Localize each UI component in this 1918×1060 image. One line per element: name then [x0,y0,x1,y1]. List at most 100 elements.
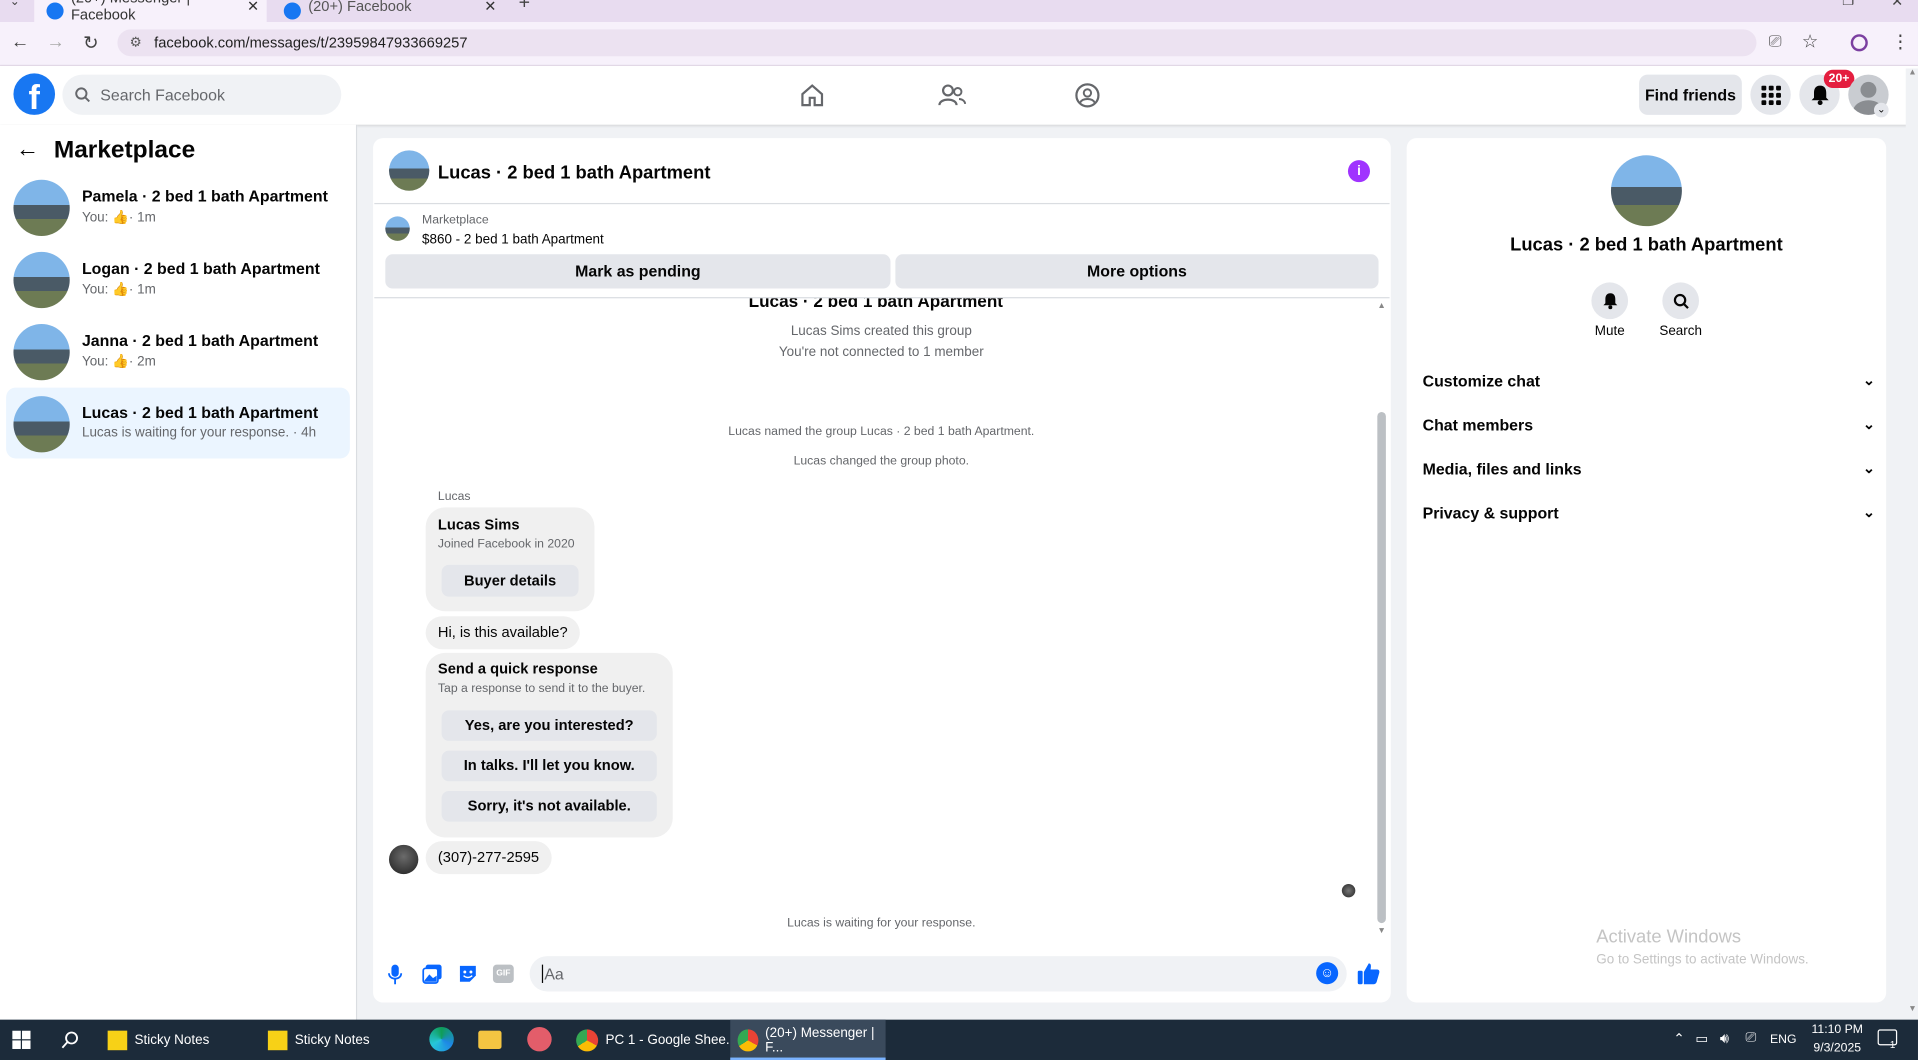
facebook-logo-icon[interactable]: f [13,73,56,115]
close-tab-icon[interactable]: ✕ [484,0,496,15]
display-icon[interactable]: ⎚ [1746,1031,1757,1047]
sticker-icon[interactable] [457,963,478,984]
menu-button[interactable] [1750,74,1791,115]
system-message: Lucas named the group Lucas · 2 bed 1 ba… [728,425,1035,439]
minimize-icon[interactable]: — [1793,0,1808,7]
quick-response-option[interactable]: Sorry, it's not available. [441,791,657,822]
group-name-heading: Lucas · 2 bed 1 bath Apartment [748,298,1004,311]
network-icon[interactable]: ▭ [1695,1031,1708,1047]
chevron-down-icon: ⌄ [1862,415,1876,433]
bell-icon [1602,293,1617,310]
composer-placeholder: Aa [544,964,564,983]
back-arrow-icon[interactable]: ← [16,137,39,164]
listing-thumbnail [13,251,70,309]
search-icon [1673,293,1689,309]
quick-response-option[interactable]: Yes, are you interested? [441,710,657,741]
install-app-icon[interactable]: ⎚ [1769,32,1782,52]
chat-avatar[interactable] [388,150,430,191]
friends-icon[interactable] [937,82,967,109]
forward-icon[interactable]: → [46,32,64,53]
section-label: Privacy & support [1422,503,1559,522]
thread-preview: You: 👍· 1m [81,210,156,225]
media-files-row[interactable]: Media, files and links ⌄ [1423,454,1876,483]
reload-icon[interactable]: ↻ [83,32,98,54]
tab-messenger[interactable]: (20+) Messenger | Facebook ✕ [34,0,267,24]
maximize-icon[interactable]: ❐ [1842,0,1854,9]
system-message: You're not connected to 1 member [778,344,984,360]
message-bubble[interactable]: Hi, is this available? [425,616,580,650]
page-scrollbar[interactable]: ▲ ▼ [1905,68,1918,1020]
url-text: facebook.com/messages/t/2395984793366925… [154,34,468,52]
listing-thumbnail [13,396,70,453]
browser-menu-icon[interactable]: ⋮ [1891,31,1909,53]
activate-windows-subtitle: Go to Settings to activate Windows. [1596,952,1809,968]
microphone-icon[interactable] [388,963,403,985]
more-options-button[interactable]: More options [895,254,1379,289]
groups-icon[interactable] [1074,82,1101,109]
chat-members-row[interactable]: Chat members ⌄ [1423,410,1876,439]
volume-icon[interactable]: 🔊︎ [1720,1029,1729,1047]
windows-start-icon[interactable] [12,1030,31,1049]
back-icon[interactable]: ← [11,32,29,53]
mark-pending-button[interactable]: Mark as pending [385,254,891,289]
home-icon[interactable] [799,82,826,109]
language-indicator[interactable]: ENG [1770,1033,1797,1046]
group-name-clip: Lucas · 2 bed 1 bath Apartment [374,298,1377,315]
photo-icon[interactable] [422,963,443,984]
gif-icon[interactable]: GIF [492,964,514,983]
profile-icon[interactable] [1850,34,1868,52]
taskbar-chrome-sheets[interactable]: PC 1 - Google Shee... [576,1020,737,1060]
system-message: Lucas Sims created this group [790,323,972,339]
info-icon[interactable]: i [1347,160,1370,183]
search-input[interactable]: Search Facebook [62,74,342,115]
phone-message-bubble[interactable]: (307)-277-2595 [425,841,552,875]
privacy-support-row[interactable]: Privacy & support ⌄ [1423,498,1876,527]
marketplace-title: Marketplace [53,136,196,164]
find-friends-button[interactable]: Find friends [1639,74,1742,115]
listing-title[interactable]: $860 - 2 bed 1 bath Apartment [422,232,604,247]
tray-chevron-icon[interactable]: ⌃ [1673,1031,1684,1047]
thread-name: Pamela · 2 bed 1 bath Apartment [81,187,328,206]
app-grid-icon [1760,84,1781,105]
listing-thumbnail [13,179,70,236]
chat-scrollbar[interactable]: ▲ ▼ [1377,302,1386,940]
mute-button[interactable] [1591,282,1629,320]
taskbar-sticky-notes-1[interactable]: Sticky Notes [107,1020,209,1060]
emoji-icon[interactable]: ☺ [1316,962,1339,985]
edge-icon[interactable] [429,1026,454,1052]
thread-name: Janna · 2 bed 1 bath Apartment [81,331,319,350]
bookmark-star-icon[interactable]: ☆ [1802,31,1818,53]
thumbs-up-icon[interactable] [1357,961,1381,985]
new-tab-icon[interactable]: + [519,0,530,15]
taskbar-search-icon[interactable] [61,1031,79,1049]
clock-time[interactable]: 11:10 PM [1798,1023,1876,1036]
message-input[interactable]: Aa ☺ [529,956,1347,992]
clock-date[interactable]: 9/3/2025 [1798,1042,1876,1055]
site-info-icon[interactable]: ⚙ [130,29,142,56]
sender-name: Lucas [437,490,471,504]
search-icon [75,87,90,103]
file-explorer-icon[interactable] [478,1030,502,1049]
tab-search-icon[interactable]: ⌄ [10,0,20,9]
sender-avatar[interactable] [388,844,419,875]
search-label: Search [1659,323,1702,339]
thread-preview: You: 👍· 1m [81,282,156,298]
address-bar[interactable]: ⚙ facebook.com/messages/t/23959847933669… [117,29,1757,57]
section-label: Chat members [1422,415,1534,434]
taskbar-chrome-messenger[interactable]: (20+) Messenger | F... [730,1019,886,1060]
listing-icon [385,216,410,241]
buyer-details-button[interactable]: Buyer details [441,564,579,597]
facebook-favicon-icon [283,2,301,20]
close-window-icon[interactable]: ✕ [1891,0,1903,10]
group-photo[interactable] [1610,155,1682,227]
quick-response-option[interactable]: In talks. I'll let you know. [441,750,657,782]
thread-preview: You: 👍· 2m [81,354,156,370]
customize-chat-row[interactable]: Customize chat ⌄ [1423,366,1876,395]
tab-facebook[interactable]: (20+) Facebook ✕ [272,0,504,22]
app-icon[interactable] [527,1026,552,1052]
chat-title[interactable]: Lucas · 2 bed 1 bath Apartment [438,163,711,184]
search-chat-button[interactable] [1662,282,1700,320]
close-tab-icon[interactable]: ✕ [247,0,259,15]
taskbar-sticky-notes-2[interactable]: Sticky Notes [267,1020,370,1060]
tab-title: (20+) Messenger | Facebook [70,0,190,24]
